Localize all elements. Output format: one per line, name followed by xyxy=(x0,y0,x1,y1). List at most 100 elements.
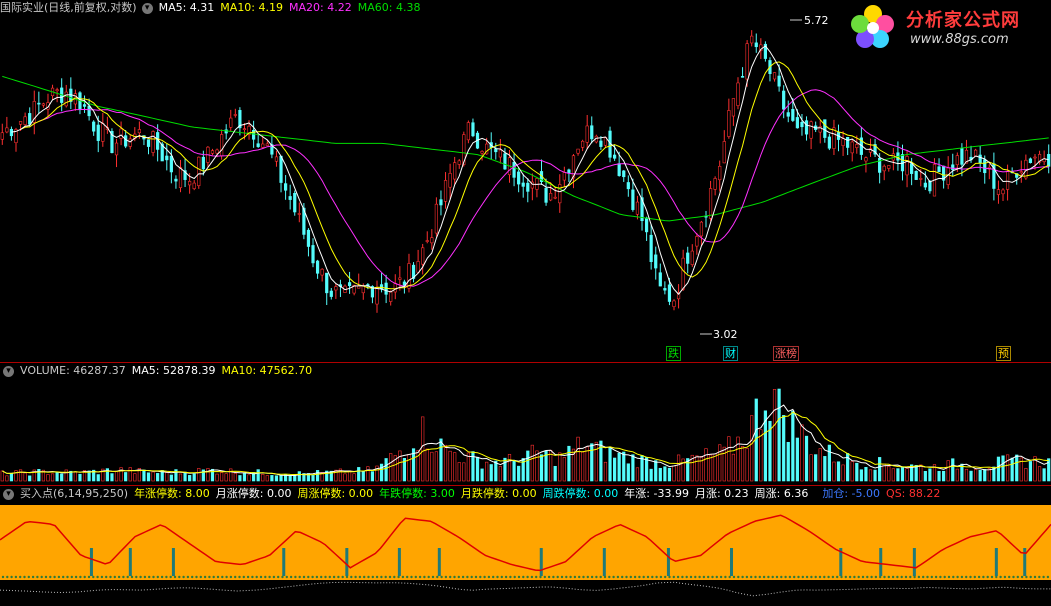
candle-body xyxy=(955,155,959,166)
volume-bar xyxy=(265,475,269,482)
baseline-dot xyxy=(264,575,267,579)
baseline-dot xyxy=(36,575,39,579)
collapse-icon[interactable]: ▾ xyxy=(3,488,14,500)
candle-body xyxy=(823,119,827,138)
baseline-dot xyxy=(586,575,589,579)
candle-body xyxy=(5,127,9,133)
volume-header: ▾ VOLUME: 46287.37 MA5: 52878.39 MA10: 4… xyxy=(0,363,318,379)
candle-body xyxy=(672,300,676,307)
volume-bar xyxy=(466,452,470,482)
baseline-dot xyxy=(629,575,632,579)
baseline-dot xyxy=(728,575,731,579)
candle-body xyxy=(850,141,854,154)
candle-body xyxy=(256,143,260,147)
baseline-dot xyxy=(844,575,847,579)
volume-bar xyxy=(462,462,466,482)
candle-body xyxy=(457,160,461,165)
candle-body xyxy=(521,182,525,187)
candle-body xyxy=(279,155,283,183)
baseline-dot xyxy=(543,575,546,579)
ma5-label: MA5: 4.31 xyxy=(158,1,215,14)
volume-bar xyxy=(421,416,425,482)
baseline-dot xyxy=(294,575,297,579)
baseline-dot xyxy=(801,575,804,579)
baseline-dot xyxy=(285,575,288,579)
event-marker-die[interactable]: 跌 xyxy=(665,346,682,361)
candle-body xyxy=(686,252,690,264)
signal-bar xyxy=(602,548,606,576)
baseline-dot xyxy=(1038,575,1041,579)
baseline-dot xyxy=(337,575,340,579)
candle-body xyxy=(649,234,653,262)
volume-bar xyxy=(215,473,219,482)
candle-body xyxy=(841,138,845,146)
volume-bar xyxy=(635,467,640,482)
volume-bar xyxy=(425,448,429,482)
baseline-dot xyxy=(363,575,366,579)
volume-bar xyxy=(859,469,863,482)
signal-bar xyxy=(994,548,998,576)
collapse-icon[interactable]: ▾ xyxy=(141,2,153,14)
volume-bar xyxy=(124,472,128,482)
baseline-dot xyxy=(659,575,663,579)
candle-body xyxy=(827,136,831,149)
volume-label: VOLUME: 46287.37 xyxy=(20,364,126,377)
baseline-dot xyxy=(724,575,727,579)
baseline-dot xyxy=(225,575,228,579)
event-marker-yu[interactable]: 预 xyxy=(995,346,1012,361)
volume-bar xyxy=(23,472,27,482)
baseline-dot xyxy=(242,575,245,579)
candle-body xyxy=(622,170,626,178)
baseline-dot xyxy=(655,575,658,579)
candle-body xyxy=(448,173,452,188)
baseline-dot xyxy=(758,575,761,579)
volume-bar xyxy=(297,471,301,482)
candle-body xyxy=(188,181,192,186)
volume-bar xyxy=(676,454,681,482)
event-marker-zhangbang[interactable]: 涨榜 xyxy=(772,346,800,361)
baseline-dot xyxy=(44,575,48,579)
volume-bar xyxy=(942,470,946,482)
baseline-dot xyxy=(122,575,125,579)
event-label: 预 xyxy=(996,346,1011,361)
candle-body xyxy=(347,282,352,287)
volume-bar xyxy=(887,466,891,482)
baseline-dot xyxy=(23,575,26,579)
candle-body xyxy=(242,128,247,131)
volume-bar xyxy=(818,448,822,482)
event-marker-cai[interactable]: 财 xyxy=(722,346,739,361)
baseline-dot xyxy=(160,575,164,579)
collapse-icon[interactable]: ▾ xyxy=(3,365,14,377)
candle-body xyxy=(297,213,301,215)
volume-bar xyxy=(964,468,969,482)
baseline-dot xyxy=(535,575,538,579)
baseline-dot xyxy=(836,575,839,579)
candle-body xyxy=(288,196,292,200)
candle-body xyxy=(846,136,850,148)
baseline-dot xyxy=(526,575,529,579)
baseline-dot xyxy=(999,575,1002,579)
candle-body xyxy=(101,123,105,142)
baseline-dot xyxy=(608,575,611,579)
candle-body xyxy=(425,240,429,242)
baseline-dot xyxy=(320,575,323,579)
candle-body xyxy=(905,156,909,176)
dotted-trend-line xyxy=(0,581,1051,597)
baseline-dot xyxy=(483,575,486,579)
volume-bar xyxy=(882,463,886,482)
baseline-dot xyxy=(92,575,95,579)
signal-bar xyxy=(397,548,401,576)
baseline-dot xyxy=(651,575,654,579)
candle-body xyxy=(978,154,982,163)
volume-bar xyxy=(841,464,845,482)
volume-bar xyxy=(169,474,173,482)
volume-bar xyxy=(242,473,247,482)
candle-body xyxy=(590,125,594,140)
baseline-dot xyxy=(913,575,916,579)
volume-bar xyxy=(430,451,434,482)
candle-body xyxy=(581,140,585,148)
volume-bar xyxy=(1015,454,1019,482)
baseline-dot xyxy=(1025,575,1028,579)
candle-body xyxy=(1033,156,1037,159)
volume-bar xyxy=(247,474,251,482)
